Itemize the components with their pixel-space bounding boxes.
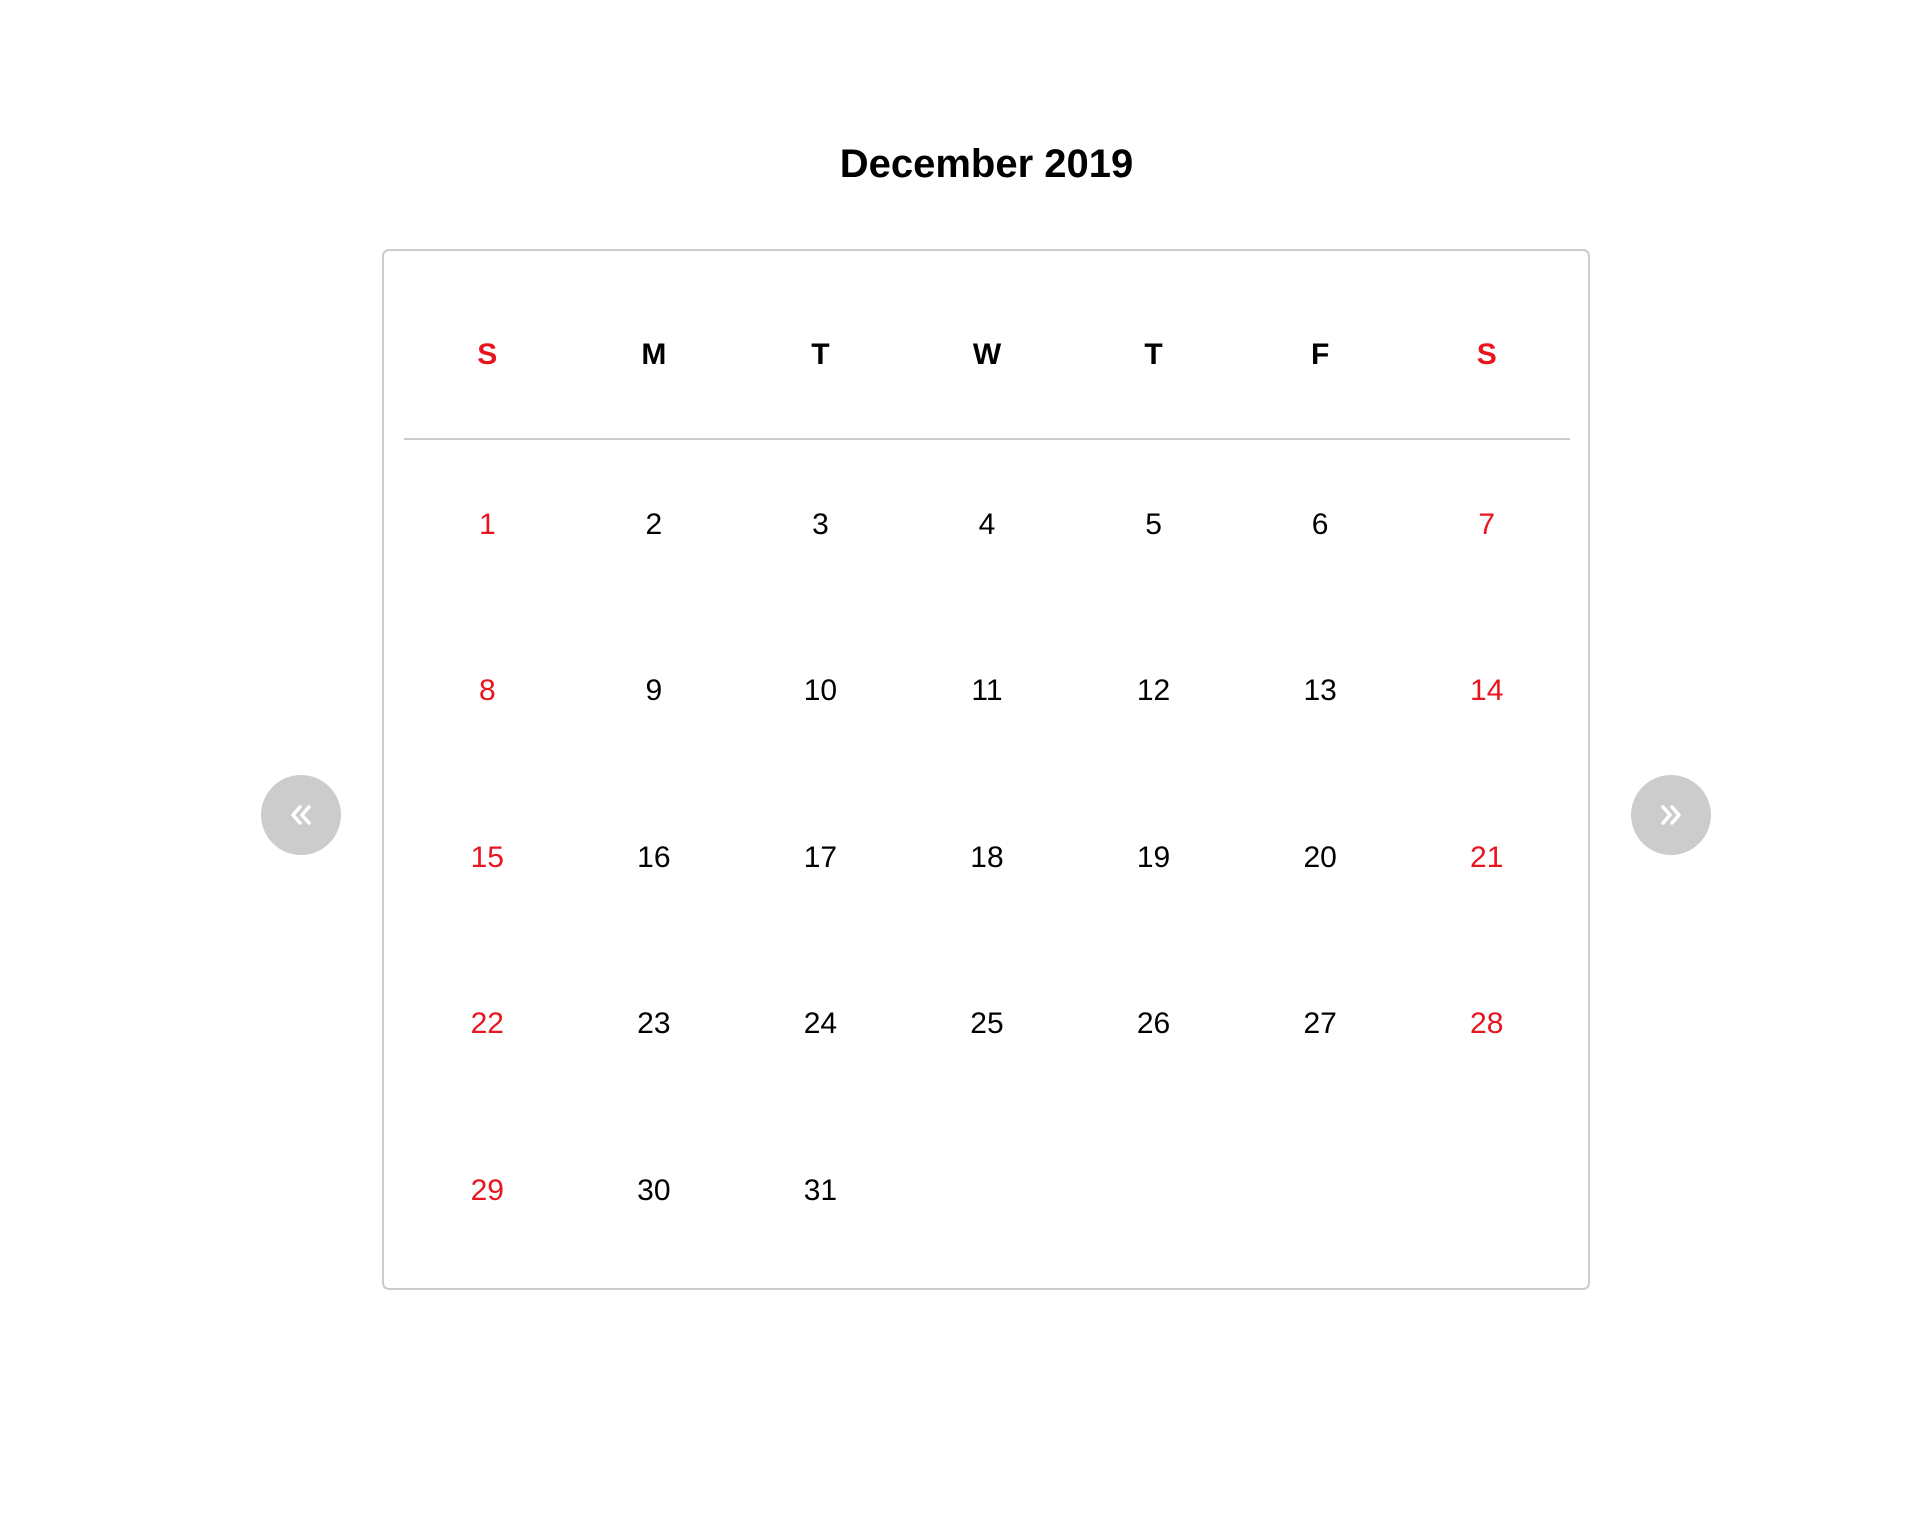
previous-month-button[interactable] — [261, 775, 341, 855]
day-cell-18[interactable]: 18 — [904, 773, 1071, 939]
day-grid: 1 2 3 4 5 6 7 8 9 10 11 12 13 14 15 16 17 18 19 20 21 22 23 24 2… — [404, 440, 1570, 1272]
day-cell-9[interactable]: 9 — [571, 606, 738, 772]
day-cell-27[interactable]: 27 — [1237, 939, 1404, 1105]
weekday-sat: S — [1476, 338, 1497, 371]
day-cell-20[interactable]: 20 — [1237, 773, 1404, 939]
day-cell-31[interactable]: 31 — [737, 1106, 904, 1272]
day-cell-2[interactable]: 2 — [571, 440, 738, 606]
day-cell-3[interactable]: 3 — [737, 440, 904, 606]
weekday-fri: F — [1310, 338, 1330, 371]
day-cell-10[interactable]: 10 — [737, 606, 904, 772]
day-cell-28[interactable]: 28 — [1403, 939, 1570, 1105]
day-cell-15[interactable]: 15 — [404, 773, 571, 939]
day-cell-29[interactable]: 29 — [404, 1106, 571, 1272]
day-cell-6[interactable]: 6 — [1237, 440, 1404, 606]
weekday-header-row: S M T W T F S — [404, 311, 1570, 399]
day-cell-8[interactable]: 8 — [404, 606, 571, 772]
day-cell-30[interactable]: 30 — [571, 1106, 738, 1272]
weekday-thu: T — [1144, 338, 1163, 371]
day-cell-11[interactable]: 11 — [904, 606, 1071, 772]
weekday-mon: M — [641, 338, 667, 371]
day-cell-16[interactable]: 16 — [571, 773, 738, 939]
day-cell-24[interactable]: 24 — [737, 939, 904, 1105]
next-month-button[interactable] — [1631, 775, 1711, 855]
day-cell-26[interactable]: 26 — [1070, 939, 1237, 1105]
day-cell-5[interactable]: 5 — [1070, 440, 1237, 606]
day-cell-7[interactable]: 7 — [1403, 440, 1570, 606]
weekday-tue: T — [811, 338, 830, 371]
day-cell-4[interactable]: 4 — [904, 440, 1071, 606]
month-title: December 2019 — [839, 142, 1134, 186]
double-chevron-left-icon — [291, 805, 311, 825]
day-cell-21[interactable]: 21 — [1403, 773, 1570, 939]
day-cell-23[interactable]: 23 — [571, 939, 738, 1105]
calendar-card: S M T W T F S 1 2 3 4 5 6 7 8 9 10 11 12 13 14 15 16 17 1… — [382, 249, 1590, 1290]
day-cell-19[interactable]: 19 — [1070, 773, 1237, 939]
day-cell-13[interactable]: 13 — [1237, 606, 1404, 772]
day-cell-22[interactable]: 22 — [404, 939, 571, 1105]
day-cell-14[interactable]: 14 — [1403, 606, 1570, 772]
weekday-sun: S — [477, 338, 498, 371]
day-cell-1[interactable]: 1 — [404, 440, 571, 606]
day-cell-12[interactable]: 12 — [1070, 606, 1237, 772]
day-cell-25[interactable]: 25 — [904, 939, 1071, 1105]
double-chevron-right-icon — [1661, 805, 1681, 825]
day-cell-17[interactable]: 17 — [737, 773, 904, 939]
weekday-wed: W — [972, 338, 1002, 371]
